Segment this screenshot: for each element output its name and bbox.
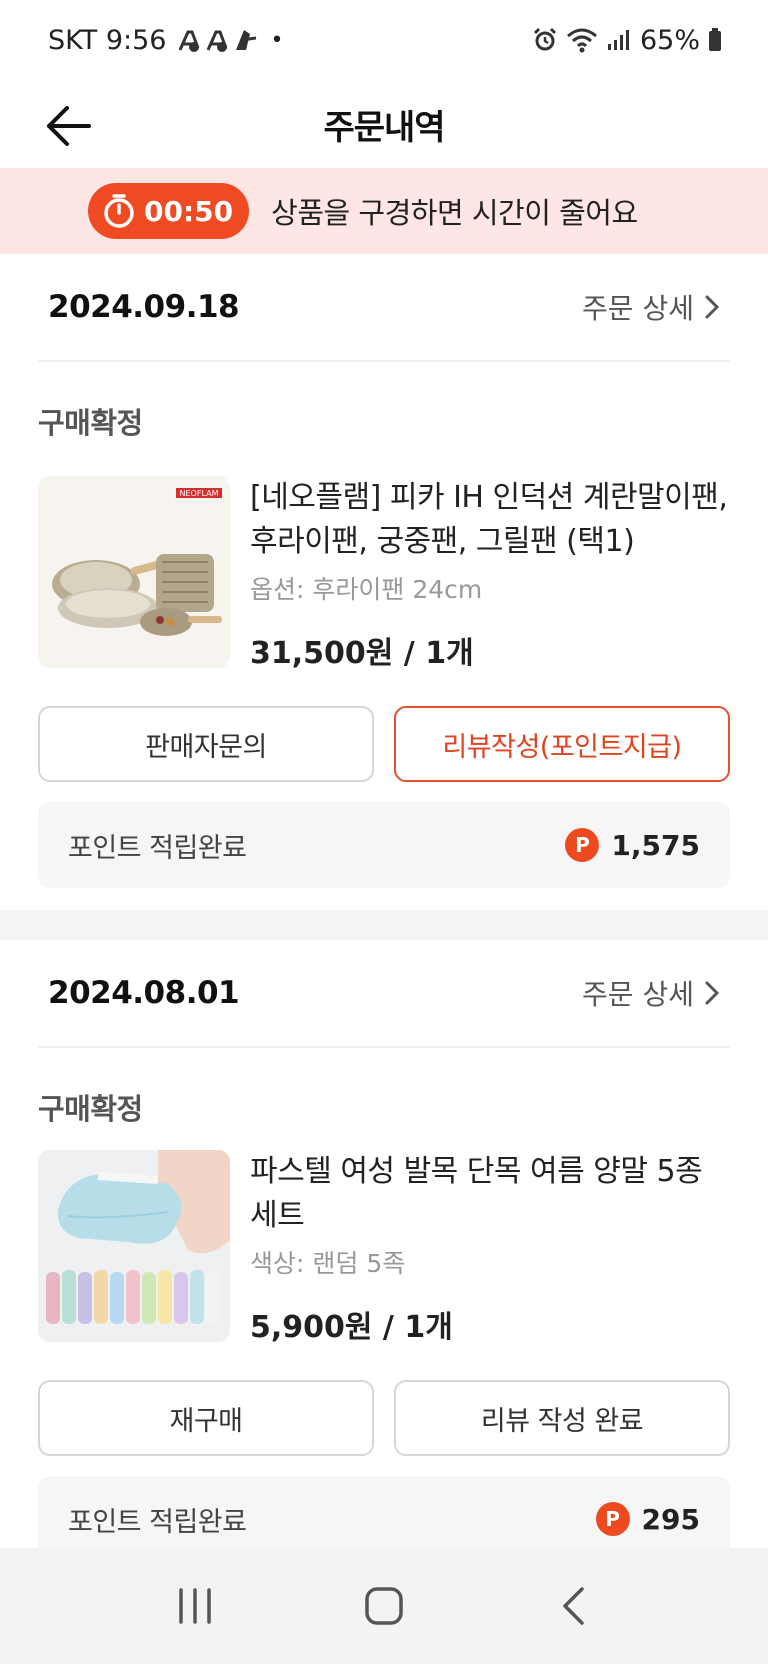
product-price: 31,500원 / 1개 bbox=[250, 636, 474, 671]
order-date: 2024.09.18 bbox=[48, 289, 240, 325]
timer-banner[interactable]: 00:50 상품을 구경하면 시간이 줄어요 bbox=[0, 168, 768, 254]
points-amount: 1,575 bbox=[611, 828, 700, 862]
repurchase-button[interactable]: 재구매 bbox=[38, 1380, 374, 1456]
chevron-right-icon bbox=[705, 981, 720, 1005]
status-right: 65% bbox=[532, 25, 722, 56]
points-value-group: P 1,575 bbox=[565, 828, 700, 862]
point-icon: P bbox=[565, 828, 600, 862]
review-complete-button[interactable]: 리뷰 작성 완료 bbox=[394, 1380, 730, 1456]
order-detail-link[interactable]: 주문 상세 bbox=[582, 287, 730, 327]
point-icon: P bbox=[595, 1502, 630, 1536]
order-header: 2024.08.01 주문 상세 bbox=[38, 940, 730, 1048]
stopwatch-icon bbox=[104, 194, 134, 228]
back-button[interactable] bbox=[40, 98, 96, 154]
home-button[interactable] bbox=[344, 1566, 424, 1646]
page-title: 주문내역 bbox=[323, 107, 445, 148]
points-label: 포인트 적립완료 bbox=[68, 832, 247, 864]
section-divider bbox=[0, 910, 768, 940]
status-left: SKT 9:56 • bbox=[48, 25, 283, 56]
arrow-left-icon bbox=[47, 106, 91, 146]
action-buttons: 판매자문의 리뷰작성(포인트지급) bbox=[38, 706, 730, 782]
app-header: 주문내역 bbox=[0, 80, 768, 168]
system-back-button[interactable] bbox=[533, 1566, 613, 1646]
notification-icons bbox=[176, 26, 260, 54]
order-detail-link[interactable]: 주문 상세 bbox=[582, 973, 730, 1013]
thumb-brand-label: NEOFLAM bbox=[180, 489, 219, 498]
status-bar: SKT 9:56 • 65% bbox=[0, 0, 768, 80]
points-value-group: P 295 bbox=[595, 1502, 700, 1536]
points-amount: 295 bbox=[641, 1502, 700, 1536]
product-name: [네오플램] 피카 IH 인덕션 계란말이팬, 후라이팬, 궁중팬, 그릴팬 (… bbox=[250, 480, 728, 559]
recent-apps-icon bbox=[178, 1588, 211, 1624]
product-info: [네오플램] 피카 IH 인덕션 계란말이팬, 후라이팬, 궁중팬, 그릴팬 (… bbox=[250, 476, 730, 672]
wifi-icon bbox=[566, 27, 598, 53]
action-buttons: 재구매 리뷰 작성 완료 bbox=[38, 1380, 730, 1456]
order-date: 2024.08.01 bbox=[48, 975, 240, 1011]
battery-icon bbox=[708, 28, 722, 52]
product-info: 파스텔 여성 발목 단목 여름 양말 5종 세트 색상: 랜덤 5족 5,900… bbox=[250, 1150, 730, 1346]
order-status: 구매확정 bbox=[38, 1092, 143, 1126]
carrier-time: SKT 9:56 bbox=[48, 24, 167, 56]
banner-message: 상품을 구경하면 시간이 줄어요 bbox=[271, 196, 638, 230]
product-price: 5,900원 / 1개 bbox=[250, 1310, 453, 1345]
order-card: 2024.09.18 주문 상세 구매확정 NEOFLAM [네오플램] 피카 … bbox=[0, 254, 768, 888]
order-card: 2024.08.01 주문 상세 구매확정 파스텔 여성 발목 단목 여름 양말… bbox=[0, 940, 768, 1562]
product-option: 색상: 랜덤 5족 bbox=[250, 1249, 406, 1278]
order-detail-label: 주문 상세 bbox=[582, 292, 694, 325]
points-box: 포인트 적립완료 P 1,575 bbox=[38, 802, 730, 888]
timer-value: 00:50 bbox=[144, 194, 234, 228]
battery-percent: 65% bbox=[639, 24, 700, 56]
product-name: 파스텔 여성 발목 단목 여름 양말 5종 세트 bbox=[250, 1154, 703, 1233]
product-row[interactable]: NEOFLAM [네오플램] 피카 IH 인덕션 계란말이팬, 후라이팬, 궁중… bbox=[38, 476, 730, 672]
recent-apps-button[interactable] bbox=[155, 1566, 235, 1646]
alarm-icon bbox=[532, 27, 558, 53]
seller-inquiry-button[interactable]: 판매자문의 bbox=[38, 706, 374, 782]
status-dot: • bbox=[270, 27, 284, 53]
product-thumbnail[interactable]: NEOFLAM bbox=[38, 476, 230, 668]
order-header: 2024.09.18 주문 상세 bbox=[38, 254, 730, 362]
product-row[interactable]: 파스텔 여성 발목 단목 여름 양말 5종 세트 색상: 랜덤 5족 5,900… bbox=[38, 1150, 730, 1346]
product-option: 옵션: 후라이팬 24cm bbox=[250, 575, 483, 604]
home-icon bbox=[365, 1587, 403, 1625]
timer-badge: 00:50 bbox=[88, 183, 250, 239]
chevron-left-icon bbox=[563, 1587, 585, 1625]
write-review-button[interactable]: 리뷰작성(포인트지급) bbox=[394, 706, 730, 782]
signal-icon bbox=[606, 28, 632, 52]
points-label: 포인트 적립완료 bbox=[68, 1506, 247, 1538]
system-nav-bar bbox=[0, 1548, 768, 1664]
product-thumbnail[interactable] bbox=[38, 1150, 230, 1342]
chevron-right-icon bbox=[705, 295, 720, 319]
order-detail-label: 주문 상세 bbox=[582, 978, 694, 1011]
order-status: 구매확정 bbox=[38, 406, 143, 440]
